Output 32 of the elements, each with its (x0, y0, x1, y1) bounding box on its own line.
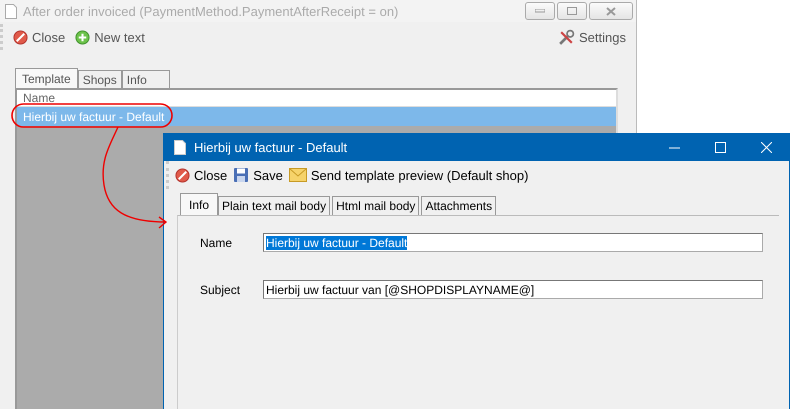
toolbar-button[interactable]: Send template preview (Default shop) (286, 166, 530, 184)
close-icon (760, 142, 772, 153)
minimize-icon (535, 9, 545, 13)
tab[interactable]: Info (180, 193, 218, 215)
maximize-icon (714, 142, 726, 153)
envelope-icon (288, 168, 307, 182)
toolbar-button[interactable]: Close (173, 166, 230, 184)
tab[interactable]: Attachments (421, 196, 496, 215)
toolbar-button[interactable]: Save (231, 166, 285, 184)
document-icon (5, 4, 17, 18)
toolbar-button[interactable]: Settings (556, 28, 628, 46)
add-icon (75, 30, 90, 44)
window-title: After order invoiced (PaymentMethod.PaymentAfterReceipt = on) (23, 4, 400, 18)
window-title: Hierbij uw factuur - Default (194, 140, 348, 155)
no-entry-icon (175, 168, 190, 182)
field-label: Subject (200, 282, 242, 296)
tab[interactable]: Html mail body (332, 196, 420, 215)
input-field[interactable]: Hierbij uw factuur - Default (263, 233, 763, 252)
maximize-icon (567, 7, 577, 15)
field-label: Name (200, 236, 234, 250)
toolbar-button[interactable]: New text (73, 28, 147, 46)
input-field[interactable]: Hierbij uw factuur van [@SHOPDISPLAYNAME@] (263, 280, 763, 299)
tab[interactable]: Shops (78, 70, 122, 88)
tab[interactable]: Plain text mail body (218, 196, 330, 215)
column-header[interactable]: Name (23, 91, 56, 105)
tab[interactable]: Info (122, 70, 170, 88)
document-icon (174, 140, 186, 155)
close-icon (606, 6, 616, 16)
tab[interactable]: Template (15, 68, 78, 88)
no-entry-icon (13, 30, 28, 44)
tools-icon (558, 28, 576, 46)
toolbar-button[interactable]: Close (11, 28, 68, 46)
